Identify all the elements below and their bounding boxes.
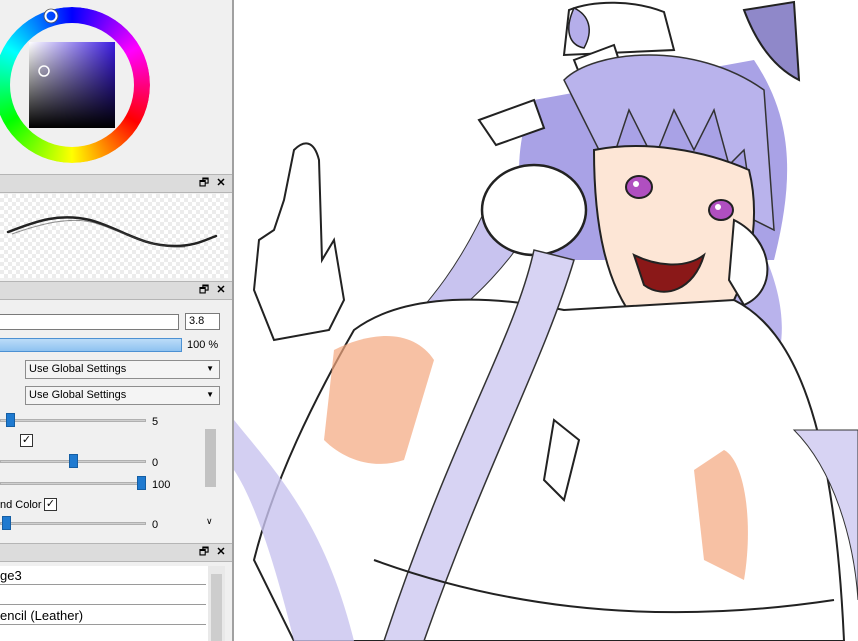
slider-4-value: 0 (152, 519, 159, 531)
tool-list-scrollbar[interactable] (208, 566, 225, 641)
brush-density-value: 100 % (187, 339, 219, 351)
color-wheel[interactable] (0, 0, 232, 174)
slider-3-thumb[interactable] (137, 476, 146, 490)
slider-1-thumb[interactable] (6, 413, 15, 427)
slider-3-track[interactable] (0, 482, 146, 485)
option-checkbox-1[interactable]: ✓ (20, 434, 33, 447)
restore-window-icon[interactable]: 🗗 (197, 176, 211, 190)
dropdown-arrow-icon: ▼ (206, 364, 214, 373)
dropdown-arrow-icon: ▼ (206, 390, 214, 399)
restore-window-icon[interactable]: 🗗 (197, 283, 211, 297)
anime-girl-illustration (234, 0, 858, 641)
list-item[interactable]: ge3 (0, 566, 206, 585)
color-option-checkbox[interactable]: ✓ (44, 498, 57, 511)
select-1-label: Use Global Settings (29, 363, 127, 375)
slider-2-thumb[interactable] (69, 454, 78, 468)
brush-density-bar[interactable] (0, 338, 182, 352)
scroll-down-icon[interactable]: ∨ (206, 516, 213, 527)
color-option-label: nd Color (0, 499, 42, 511)
close-icon[interactable]: ✕ (214, 545, 228, 559)
scrollbar-thumb[interactable] (205, 429, 216, 487)
list-item[interactable]: encil (Leather) (0, 606, 206, 625)
slider-4-thumb[interactable] (2, 516, 11, 530)
slider-4-track[interactable] (0, 522, 146, 525)
tool-list-header: 🗗 ✕ (0, 543, 232, 562)
brush-preview-header: 🗗 ✕ (0, 174, 232, 193)
restore-window-icon[interactable]: 🗗 (197, 545, 211, 559)
slider-2-value: 0 (152, 457, 159, 469)
global-settings-select-1[interactable]: Use Global Settings ▼ (25, 360, 220, 379)
global-settings-select-2[interactable]: Use Global Settings ▼ (25, 386, 220, 405)
left-tool-panel: 🗗 ✕ 🗗 ✕ 3.8 100 % Use Global Settings ▼ … (0, 0, 232, 641)
slider-1-value: 5 (152, 416, 159, 428)
close-icon[interactable]: ✕ (214, 176, 228, 190)
slider-1-track[interactable] (0, 419, 146, 422)
drawing-canvas[interactable] (234, 0, 858, 641)
scrollbar-thumb[interactable] (211, 574, 222, 641)
select-2-label: Use Global Settings (29, 389, 127, 401)
tool-list: ge3 encil (Leather) (0, 566, 209, 641)
brush-size-value[interactable]: 3.8 (185, 313, 220, 330)
list-item[interactable] (0, 586, 206, 605)
slider-3-value: 100 (152, 479, 171, 491)
close-icon[interactable]: ✕ (214, 283, 228, 297)
brush-settings-header: 🗗 ✕ (0, 281, 232, 300)
settings-scrollbar[interactable]: ∨ (203, 411, 218, 529)
list-item[interactable] (0, 626, 206, 641)
brush-stroke-preview (0, 194, 228, 278)
brush-size-slider[interactable] (0, 314, 179, 330)
